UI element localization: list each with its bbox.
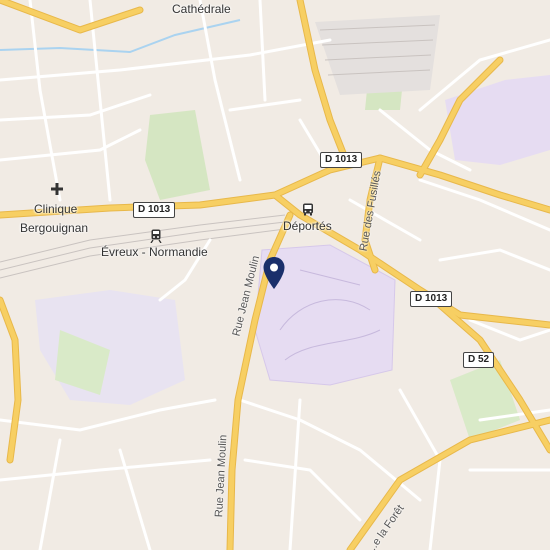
road-shield-d1013: D 1013 xyxy=(410,291,453,307)
map-view[interactable]: Cathédrale Clinique Bergouignan Évreux -… xyxy=(0,0,550,550)
road-shield-d52: D 52 xyxy=(463,352,495,368)
clinic-label-line2: Bergouignan xyxy=(20,221,89,235)
station-label: Évreux - Normandie xyxy=(101,245,208,259)
road-shield-d1013: D 1013 xyxy=(320,152,363,168)
bus-icon[interactable] xyxy=(302,203,314,216)
clinic-label-line1: Clinique xyxy=(34,202,78,216)
cathedral-label: Cathédrale xyxy=(172,2,231,16)
map-pin-icon[interactable] xyxy=(262,256,286,290)
deportes-label: Déportés xyxy=(283,219,332,233)
cross-icon[interactable] xyxy=(51,183,63,195)
road-shield-d1013: D 1013 xyxy=(133,202,176,218)
train-icon[interactable] xyxy=(150,229,162,243)
